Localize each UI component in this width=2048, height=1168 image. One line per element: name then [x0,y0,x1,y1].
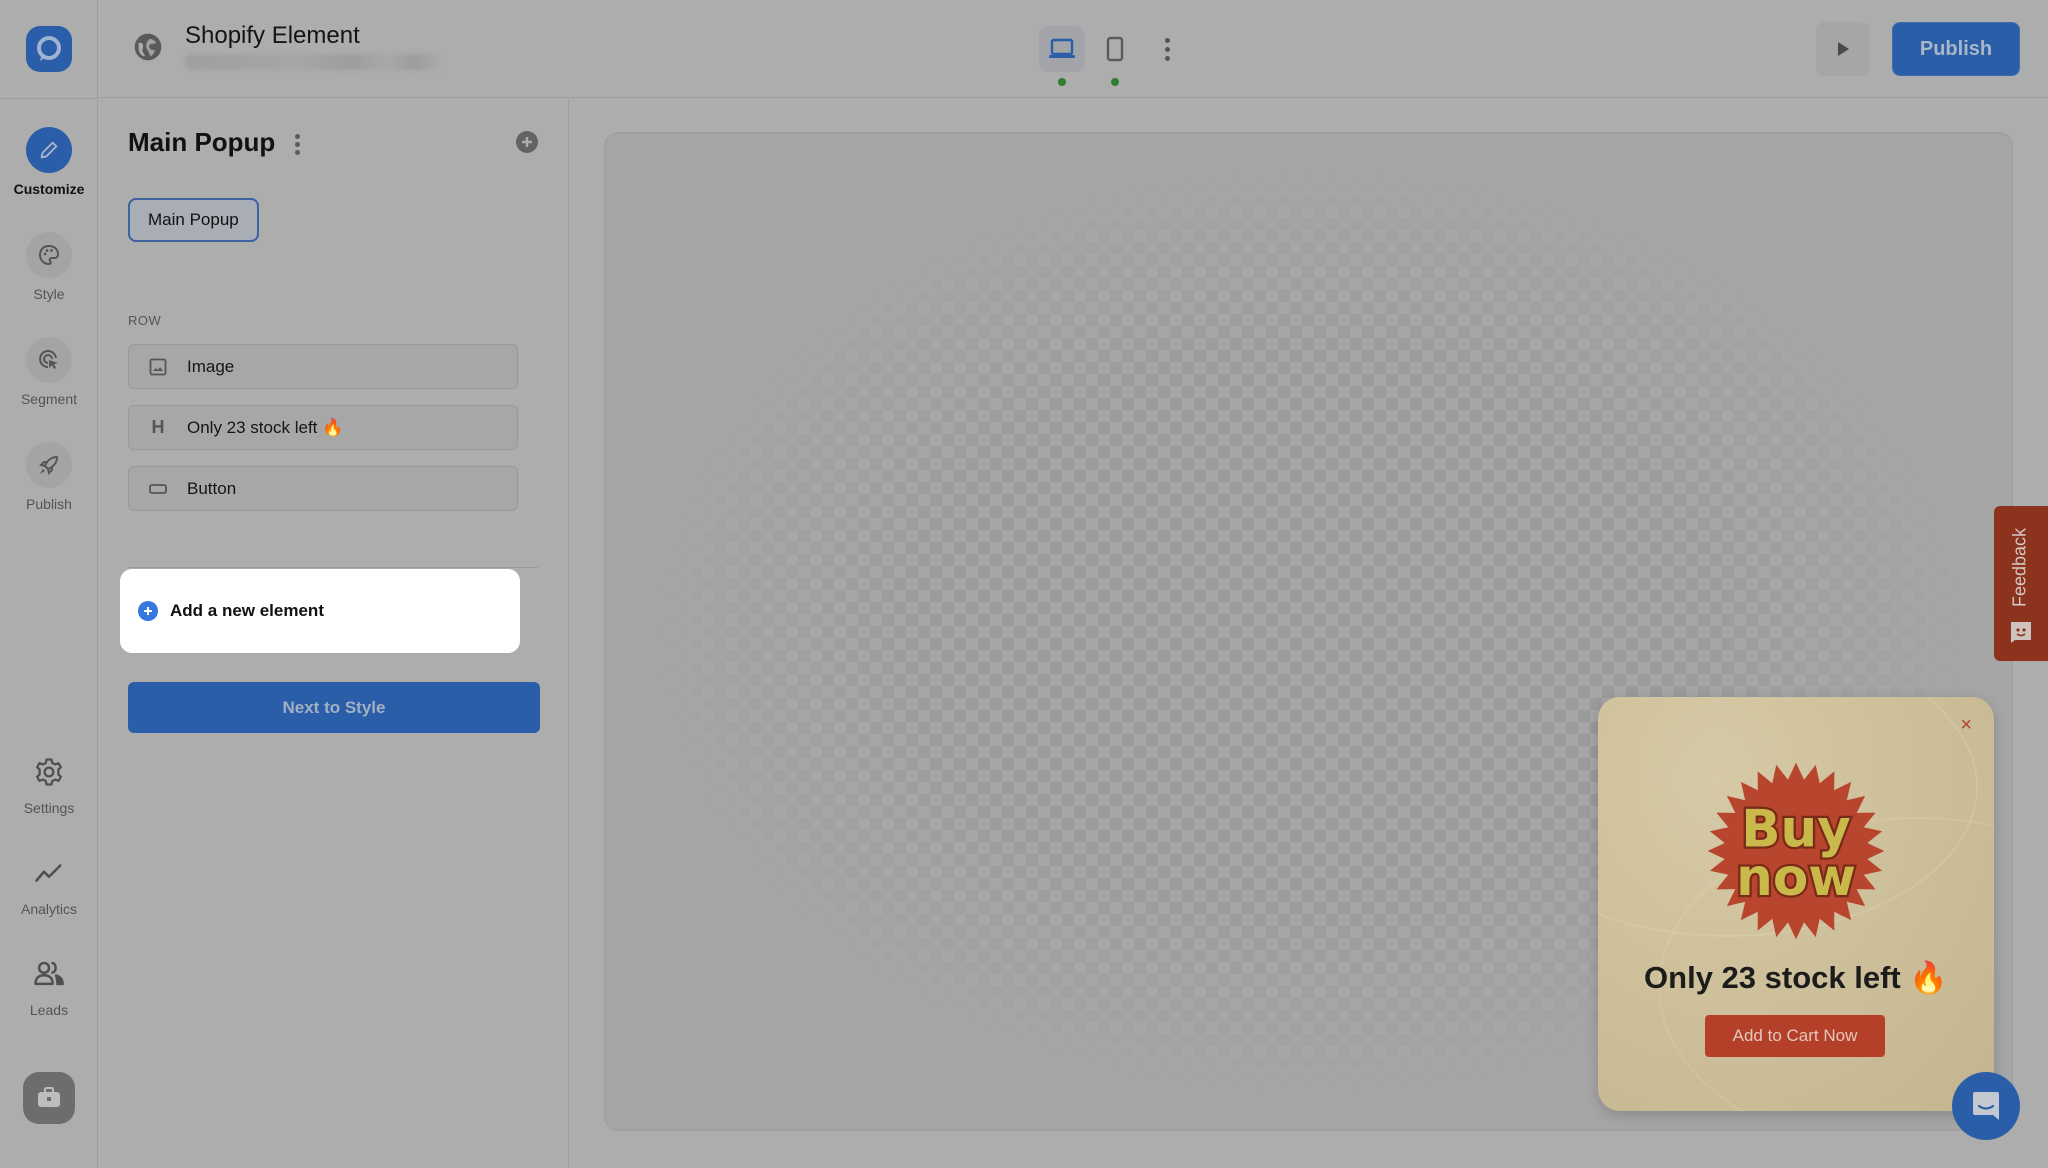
plus-circle-icon [138,601,158,621]
element-item-image[interactable]: Image [128,344,518,389]
kebab-dot [294,133,300,139]
feedback-tab[interactable]: Feedback [1994,506,2048,661]
kebab-dot [1164,37,1170,43]
add-popup-button[interactable] [516,131,538,153]
users-icon [34,961,64,986]
logo-icon [37,36,61,61]
popup-close-icon[interactable]: × [1960,715,1972,735]
play-icon [1838,42,1849,56]
rail-item-settings[interactable]: Settings [0,752,98,816]
kebab-dot [294,149,300,155]
chat-icon [1973,1092,1999,1120]
popup-preview[interactable]: × Buy now Only 23 stock left 🔥 Add to Ca… [1598,697,1994,1111]
target-cursor-icon [39,350,58,369]
rocket-icon [39,456,58,475]
rail-item-analytics[interactable]: Analytics [0,853,98,917]
top-bar: Shopify Element Publish [99,0,2048,98]
popup-step-chip[interactable]: Main Popup [128,198,259,242]
image-icon [149,358,167,375]
panel-title: Main Popup [128,127,276,157]
phone-icon [1106,36,1124,62]
more-options-button[interactable] [1157,34,1177,64]
rail-item-label: Leads [29,1002,69,1018]
rail-item-leads[interactable]: Leads [0,954,98,1018]
rail-item-style[interactable]: Style [0,232,98,302]
chat-launcher-button[interactable] [1952,1072,2020,1140]
laptop-icon [1049,38,1075,58]
section-divider [128,567,538,568]
status-dot [1111,78,1119,86]
globe-icon [134,33,162,61]
rail-item-label: Segment [20,391,78,407]
buy-now-badge-image[interactable]: Buy now [1704,759,1888,943]
pencil-icon [40,141,58,159]
gear-icon [36,758,62,786]
smiley-chat-icon [2011,622,2031,643]
rail-item-publish[interactable]: Publish [0,442,98,512]
element-item-button[interactable]: Button [128,466,518,511]
status-dot [1058,78,1066,86]
publish-button[interactable]: Publish [1892,22,2020,76]
badge-text-line2: now [1736,848,1856,908]
app-logo[interactable] [26,26,72,72]
rail-divider [0,98,98,99]
panel-options-button[interactable] [289,131,305,157]
kebab-dot [294,141,300,147]
app-title: Shopify Element [185,22,360,49]
add-new-element-label: Add a new element [170,601,324,620]
preview-play-button[interactable] [1816,22,1870,76]
next-to-style-button[interactable]: Next to Style [128,682,540,733]
heading-icon: H [151,417,165,437]
plus-icon [522,137,532,147]
trend-line-icon [35,864,62,882]
briefcase-button[interactable] [23,1072,75,1124]
section-label: ROW [128,313,162,328]
icon-rail: Customize Style Segment Publish Settings… [0,0,98,1168]
feedback-label: Feedback [2009,527,2030,607]
kebab-dot [1164,46,1170,52]
rail-item-label: Settings [23,800,75,816]
rail-item-label: Style [33,286,65,302]
element-item-label: Only 23 stock left 🔥 [187,417,344,437]
device-mobile-button[interactable] [1092,26,1138,86]
kebab-dot [1164,55,1170,61]
rail-item-label: Analytics [20,901,78,917]
element-item-label: Image [187,356,235,376]
popup-heading: Only 23 stock left 🔥 [1644,960,1948,995]
palette-icon [38,244,60,266]
rail-item-customize[interactable]: Customize [0,127,98,197]
element-item-label: Button [187,478,237,498]
briefcase-icon [38,1087,60,1107]
rail-item-segment[interactable]: Segment [0,337,98,407]
rail-item-label: Customize [13,181,85,197]
add-new-element-button[interactable]: Add a new element [120,569,520,653]
button-icon [149,483,167,494]
customize-panel: Main Popup Main Popup ROW Image H Only 2… [99,99,569,1168]
device-desktop-button[interactable] [1039,26,1085,86]
app-subtitle-blurred [185,54,440,70]
element-item-heading[interactable]: H Only 23 stock left 🔥 [128,405,518,450]
add-to-cart-button[interactable]: Add to Cart Now [1705,1015,1885,1057]
rail-item-label: Publish [26,496,72,512]
